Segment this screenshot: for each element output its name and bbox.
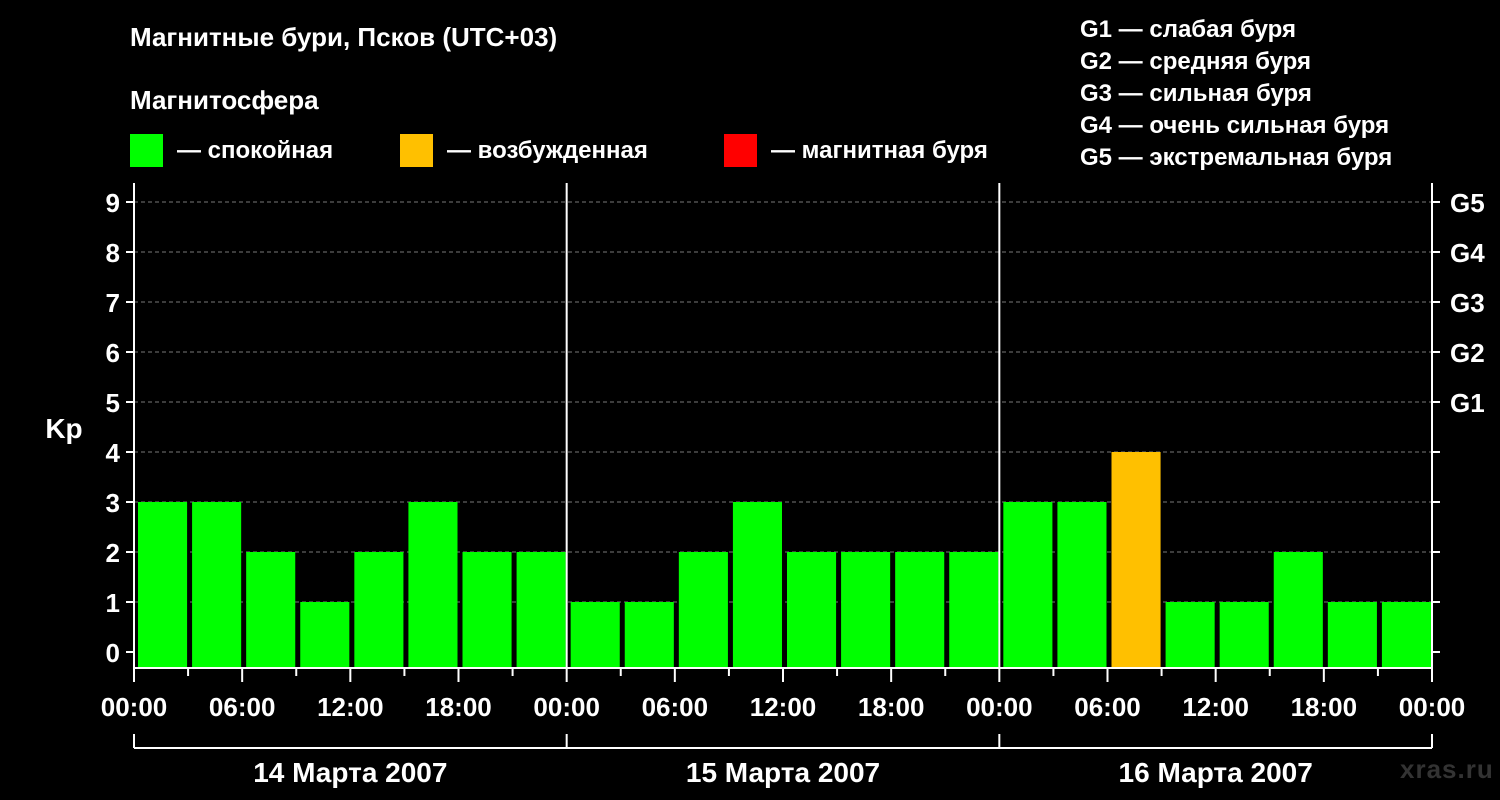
y-tick-label: 1	[106, 588, 120, 618]
x-tick-label: 18:00	[858, 692, 925, 722]
kp-bar	[1003, 502, 1053, 668]
kp-bar	[408, 502, 458, 668]
g-tick-label: G1	[1450, 388, 1485, 418]
x-tick-label: 00:00	[1399, 692, 1466, 722]
day-label: 15 Марта 2007	[686, 757, 880, 788]
kp-bar	[516, 552, 566, 668]
kp-bar	[246, 552, 296, 668]
kp-bar	[1219, 602, 1269, 668]
x-tick-label: 12:00	[750, 692, 817, 722]
x-tick-label: 18:00	[1291, 692, 1358, 722]
x-tick-label: 06:00	[642, 692, 709, 722]
g-tick-label: G2	[1450, 338, 1485, 368]
kp-bar	[624, 602, 674, 668]
kp-bar	[1273, 552, 1323, 668]
g-tick-label: G4	[1450, 238, 1485, 268]
kp-bar	[354, 552, 404, 668]
g-tick-label: G3	[1450, 288, 1485, 318]
y-axis-label: Kp	[45, 413, 82, 444]
kp-bar	[570, 602, 620, 668]
kp-bar	[462, 552, 512, 668]
y-tick-label: 4	[106, 438, 121, 468]
kp-bar	[1111, 452, 1161, 668]
kp-bar	[787, 552, 837, 668]
x-tick-label: 06:00	[209, 692, 276, 722]
x-tick-label: 18:00	[425, 692, 492, 722]
x-tick-label: 00:00	[101, 692, 168, 722]
x-tick-label: 12:00	[317, 692, 384, 722]
g-tick-label: G5	[1450, 188, 1485, 218]
kp-bar	[841, 552, 891, 668]
kp-bar-chart: 0 1 2 3 4 5 6 7 8 9 G1 G2 G3 G4 G5 Kp 00:00 06:00 12:00 18:…	[45, 183, 1485, 788]
kp-bar	[1057, 502, 1107, 668]
y-tick-label: 2	[106, 538, 120, 568]
y-tick-label: 5	[106, 388, 120, 418]
x-tick-label: 12:00	[1182, 692, 1249, 722]
watermark: xras.ru	[1400, 754, 1494, 784]
kp-bar	[1165, 602, 1215, 668]
y-tick-label: 0	[106, 638, 120, 668]
x-tick-label: 00:00	[533, 692, 600, 722]
kp-bar	[1381, 602, 1431, 668]
kp-bar	[300, 602, 350, 668]
y-tick-label: 9	[106, 188, 120, 218]
x-tick-label: 06:00	[1074, 692, 1141, 722]
y-tick-label: 7	[106, 288, 120, 318]
y-tick-label: 8	[106, 238, 120, 268]
day-label: 16 Марта 2007	[1119, 757, 1313, 788]
kp-bar	[192, 502, 242, 668]
y-tick-label: 6	[106, 338, 120, 368]
x-tick-label: 00:00	[966, 692, 1033, 722]
y-tick-label: 3	[106, 488, 120, 518]
kp-bar	[1327, 602, 1377, 668]
kp-bar	[949, 552, 999, 668]
kp-bar	[732, 502, 782, 668]
kp-bar	[678, 552, 728, 668]
kp-bar	[895, 552, 945, 668]
day-label: 14 Марта 2007	[253, 757, 447, 788]
kp-bar	[138, 502, 188, 668]
